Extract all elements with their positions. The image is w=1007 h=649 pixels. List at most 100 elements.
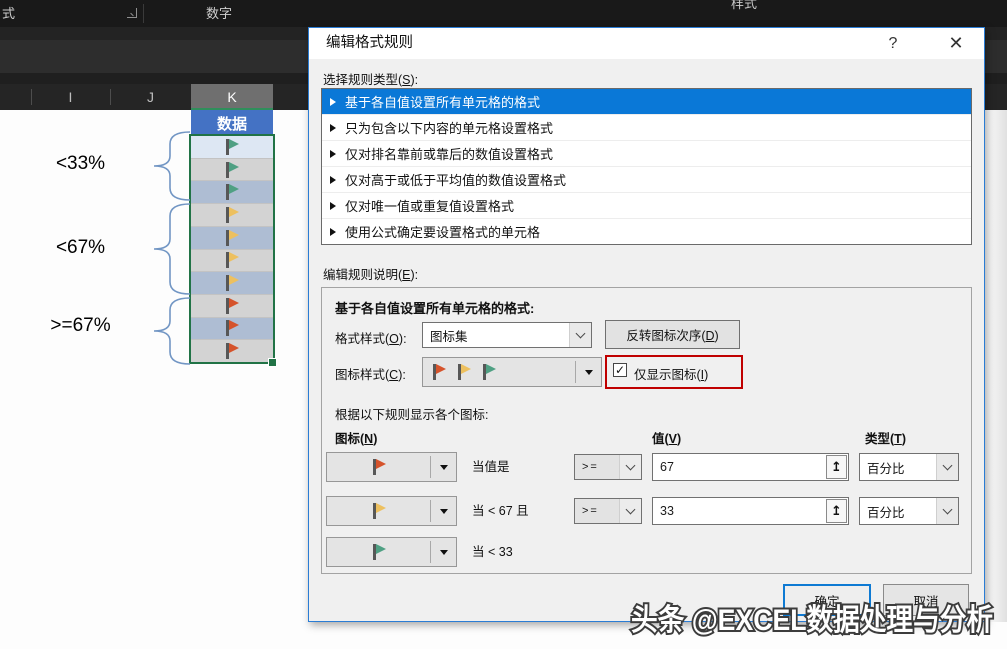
dialog-launcher-icon[interactable]	[127, 8, 137, 18]
annotation-lt67: <67%	[28, 237, 133, 259]
icon-style-combobox[interactable]	[422, 357, 602, 387]
flag-cell-range	[191, 136, 273, 362]
icon-picker-combobox[interactable]	[326, 496, 457, 526]
green-flag-icon	[225, 184, 239, 200]
rule-condition-text: 当 < 67 且	[472, 496, 529, 526]
check-icon: ✓	[615, 363, 625, 377]
annotation-gte67: >=67%	[28, 315, 133, 337]
flag-cell[interactable]	[191, 136, 273, 159]
value-column-header: 值(V)	[652, 428, 681, 447]
operator-combobox[interactable]: >=	[574, 498, 642, 524]
rule-type-item[interactable]: 使用公式确定要设置格式的单元格	[322, 218, 971, 244]
yellow-flag-icon	[372, 503, 386, 519]
worksheet-right-strip	[985, 110, 1007, 622]
red-flag-icon	[225, 298, 239, 314]
rule-description-groupbox: 基于各自值设置所有单元格的格式: 格式样式(O): 图标集 反转图标次序(D) …	[321, 287, 972, 574]
ok-button[interactable]: 确定	[783, 584, 871, 616]
rule-type-label: 选择规则类型(S):	[323, 69, 418, 88]
type-combobox[interactable]: 百分比	[859, 497, 959, 525]
format-style-combobox[interactable]: 图标集	[422, 322, 592, 348]
chevron-down-icon[interactable]	[936, 498, 958, 524]
yellow-flag-icon	[457, 364, 471, 380]
flag-cell[interactable]	[191, 340, 273, 362]
red-flag-icon	[432, 364, 446, 380]
annotation-lt33: <33%	[28, 153, 133, 175]
red-flag-icon	[372, 459, 386, 475]
chevron-down-icon[interactable]	[569, 323, 591, 347]
flag-cell[interactable]	[191, 250, 273, 273]
reverse-icon-order-button[interactable]: 反转图标次序(D)	[605, 320, 740, 349]
help-button[interactable]: ?	[875, 28, 911, 59]
dialog-title: 编辑格式规则	[326, 28, 413, 59]
rule-description-title: 基于各自值设置所有单元格的格式:	[335, 298, 534, 317]
list-arrow-icon	[330, 98, 336, 106]
list-arrow-icon	[330, 124, 336, 132]
selection-fill-handle[interactable]	[268, 358, 277, 367]
chevron-down-icon[interactable]	[619, 499, 641, 523]
yellow-flag-icon	[225, 207, 239, 223]
range-picker-icon[interactable]: ↥	[826, 455, 847, 479]
dropdown-arrow-icon[interactable]	[575, 361, 601, 383]
type-combobox[interactable]: 百分比	[859, 453, 959, 481]
value-input[interactable]: 67 ↥	[652, 453, 849, 481]
type-column-header: 类型(T)	[865, 428, 906, 447]
rule-type-item-selected[interactable]: 基于各自值设置所有单元格的格式	[322, 89, 971, 114]
rule-type-item[interactable]: 只为包含以下内容的单元格设置格式	[322, 114, 971, 140]
show-icon-only-checkbox[interactable]: ✓	[613, 363, 627, 377]
list-arrow-icon	[330, 228, 336, 236]
rule-type-item[interactable]: 仅对排名靠前或靠后的数值设置格式	[322, 140, 971, 166]
flag-cell[interactable]	[191, 159, 273, 182]
rule-type-item[interactable]: 仅对高于或低于平均值的数值设置格式	[322, 166, 971, 192]
flag-cell[interactable]	[191, 295, 273, 318]
value-input[interactable]: 33 ↥	[652, 497, 849, 525]
data-column-title-cell[interactable]: 数据	[191, 110, 273, 136]
dropdown-arrow-icon[interactable]	[430, 541, 456, 563]
rule-type-item[interactable]: 仅对唯一值或重复值设置格式	[322, 192, 971, 218]
dropdown-arrow-icon[interactable]	[430, 500, 456, 522]
show-icon-only-label[interactable]: 仅显示图标(I)	[634, 364, 708, 383]
rule-condition-text: 当值是	[472, 452, 510, 482]
ribbon-group-label-partial: 式	[2, 0, 15, 27]
chevron-down-icon[interactable]	[936, 454, 958, 480]
yellow-flag-icon	[225, 275, 239, 291]
green-flag-icon	[372, 544, 386, 560]
icon-picker-combobox[interactable]	[326, 452, 457, 482]
yellow-flag-icon	[225, 252, 239, 268]
column-header-k[interactable]: K	[191, 84, 273, 110]
format-style-value: 图标集	[430, 323, 468, 347]
icon-column-header: 图标(N)	[335, 428, 377, 447]
rule-condition-text: 当 < 33	[472, 537, 513, 567]
chevron-down-icon[interactable]	[619, 455, 641, 479]
icon-picker-combobox[interactable]	[326, 537, 457, 567]
flag-cell[interactable]	[191, 227, 273, 250]
flag-cell[interactable]	[191, 181, 273, 204]
operator-combobox[interactable]: >=	[574, 454, 642, 480]
close-icon[interactable]: ✕	[935, 28, 977, 59]
ribbon-bar: 式 数字 样式	[0, 0, 1007, 27]
dropdown-arrow-icon[interactable]	[430, 456, 456, 478]
ribbon-group-separator	[143, 4, 144, 23]
flag-cell[interactable]	[191, 318, 273, 341]
cancel-button[interactable]: 取消	[883, 584, 969, 616]
grouping-braces	[140, 128, 195, 373]
red-flag-icon	[225, 343, 239, 359]
list-arrow-icon	[330, 150, 336, 158]
column-header-i[interactable]: I	[31, 84, 110, 110]
format-style-label: 格式样式(O):	[335, 328, 407, 347]
red-flag-icon	[225, 320, 239, 336]
list-arrow-icon	[330, 202, 336, 210]
column-header-j[interactable]: J	[110, 84, 191, 110]
dialog-titlebar: 编辑格式规则 ? ✕	[309, 28, 984, 59]
green-flag-icon	[225, 162, 239, 178]
yellow-flag-icon	[225, 230, 239, 246]
range-picker-icon[interactable]: ↥	[826, 499, 847, 523]
flag-cell[interactable]	[191, 272, 273, 295]
rules-caption: 根据以下规则显示各个图标:	[335, 404, 488, 423]
green-flag-icon	[482, 364, 496, 380]
rule-type-listbox: 基于各自值设置所有单元格的格式 只为包含以下内容的单元格设置格式 仅对排名靠前或…	[321, 88, 972, 245]
list-arrow-icon	[330, 176, 336, 184]
rule-description-label: 编辑规则说明(E):	[323, 264, 418, 283]
flag-cell[interactable]	[191, 204, 273, 227]
ribbon-group-label-number: 数字	[206, 0, 232, 27]
green-flag-icon	[225, 139, 239, 155]
